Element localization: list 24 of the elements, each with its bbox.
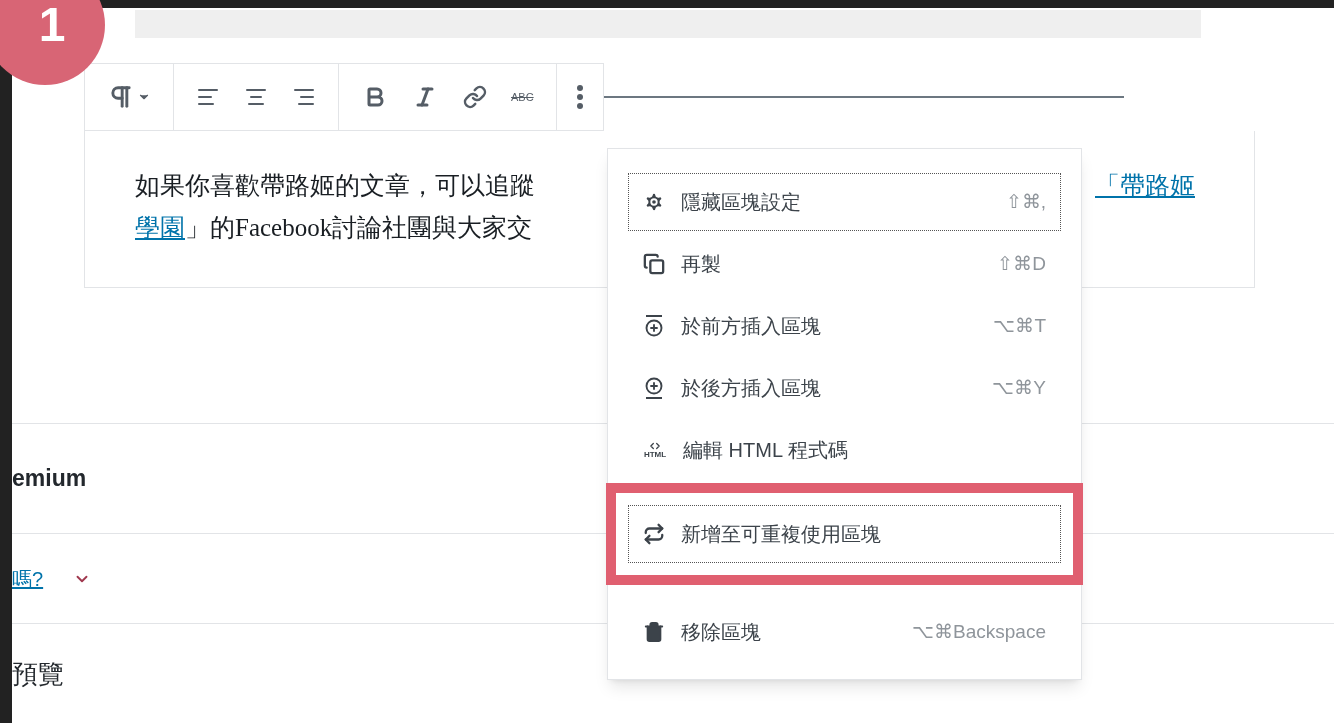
gear-icon — [643, 191, 665, 213]
more-options-icon — [576, 85, 583, 109]
step-badge: 1 — [0, 0, 105, 85]
text-link[interactable]: 學園 — [135, 207, 185, 249]
text-link[interactable]: 「帶路姬 — [1095, 165, 1195, 207]
menu-item[interactable]: 於後方插入區塊 ⌥⌘Y — [628, 359, 1061, 417]
menu-item[interactable]: 於前方插入區塊 ⌥⌘T — [628, 297, 1061, 355]
menu-item[interactable]: 新增至可重複使用區塊 — [628, 505, 1061, 563]
insert-after-icon — [643, 377, 665, 399]
insert-before-icon — [643, 315, 665, 337]
section-link[interactable]: 嗎? — [12, 563, 44, 594]
trash-icon — [643, 621, 665, 643]
copy-icon — [643, 253, 665, 275]
repeat-icon — [643, 523, 665, 545]
menu-item[interactable]: 移除區塊 ⌥⌘Backspace — [628, 603, 1061, 661]
menu-item[interactable]: 隱藏區塊設定 ⇧⌘, — [628, 173, 1061, 231]
link-button[interactable] — [461, 83, 489, 111]
section-heading: emium — [12, 464, 87, 494]
paragraph-text: 如果你喜歡帶路姬的文章，可以追蹤 — [135, 171, 535, 201]
menu-item[interactable]: HTML 編輯 HTML 程式碼 — [628, 421, 1061, 479]
menu-item[interactable]: 再製 ⇧⌘D — [628, 235, 1061, 293]
section-heading: 預覽 — [12, 657, 64, 691]
strikethrough-button[interactable]: ABC — [511, 88, 534, 106]
paragraph-text: 」的Facebook討論社團與大家交 — [185, 213, 533, 243]
